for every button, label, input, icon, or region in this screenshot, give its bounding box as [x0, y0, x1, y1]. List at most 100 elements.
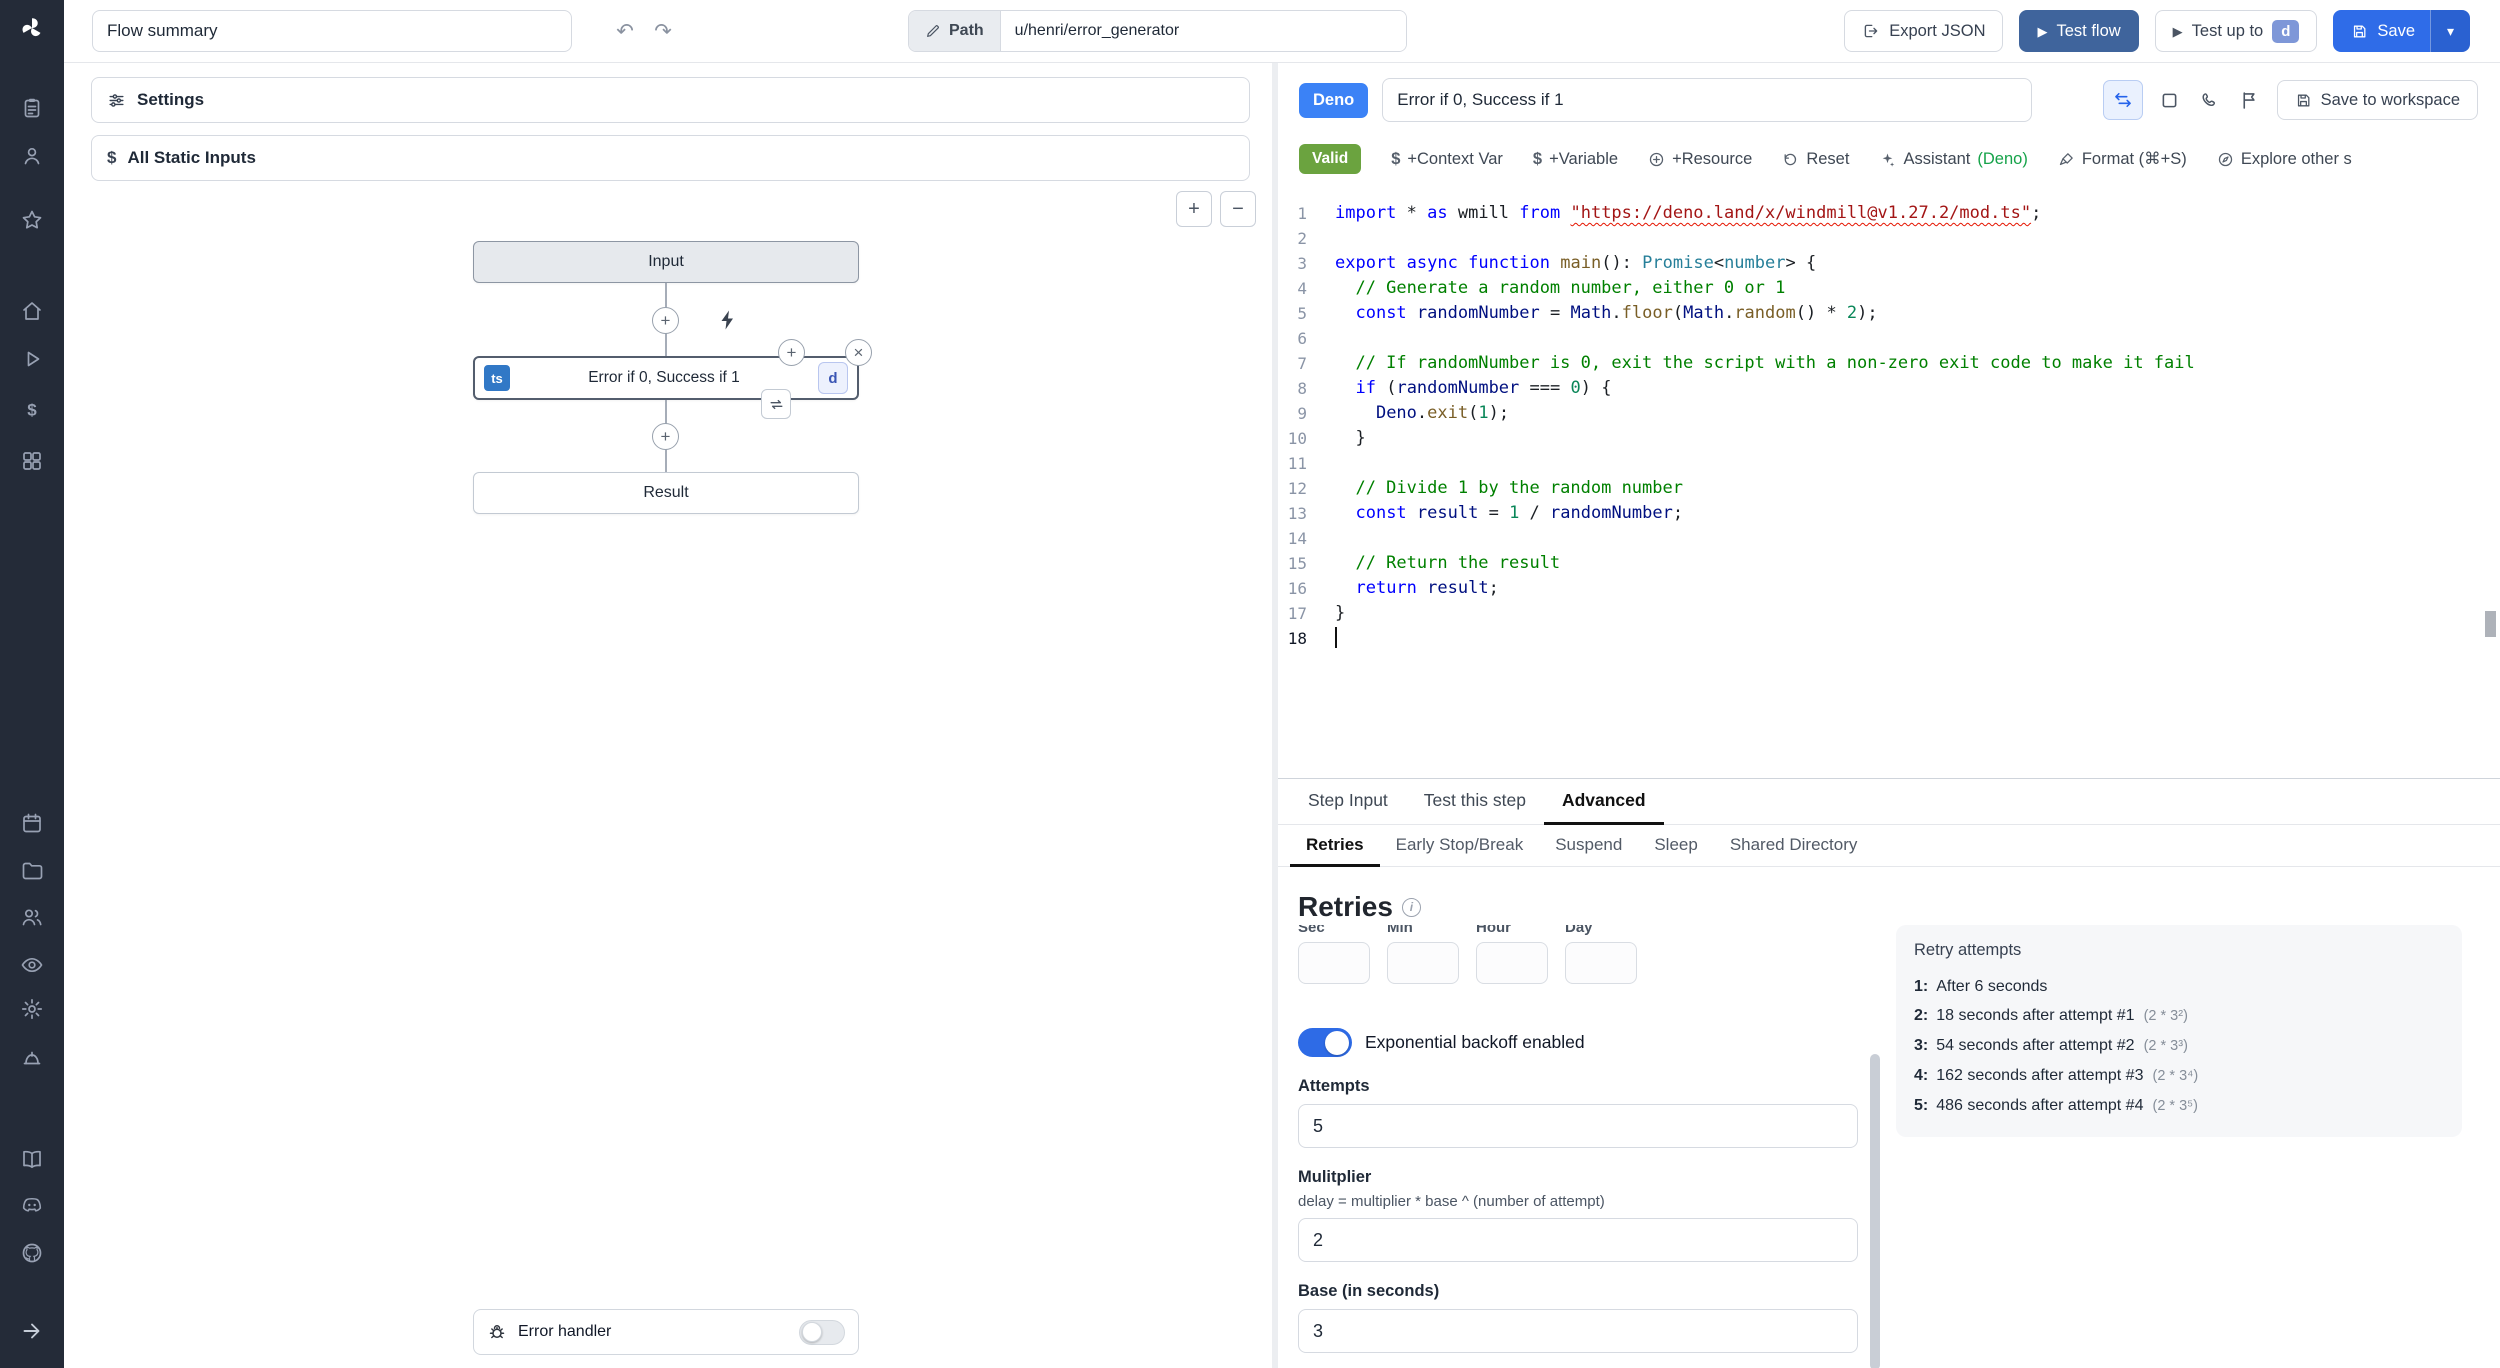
retry-attempt-item: 3: 54 seconds after attempt #2 (2 * 3³)	[1914, 1037, 2188, 1054]
save-to-workspace-button[interactable]: Save to workspace	[2276, 80, 2478, 120]
zoom-in-button[interactable]: +	[1176, 191, 1212, 227]
error-handler-toggle[interactable]	[799, 1319, 845, 1345]
base-input[interactable]	[1298, 1309, 1858, 1353]
static-inputs-row[interactable]: $ All Static Inputs	[91, 135, 1250, 181]
clipboard-icon[interactable]	[20, 96, 44, 120]
flow-node-result[interactable]: Result	[473, 472, 859, 514]
windmill-logo-icon[interactable]	[20, 16, 44, 40]
retry-sec-input[interactable]	[1298, 942, 1370, 984]
code-editor[interactable]: 1 2 3 4 5 6 7 8 9 10 11 12 13 14 15 16 17 18 import * as …	[1278, 181, 2500, 778]
add-branch-button[interactable]: +	[778, 339, 805, 366]
flow-settings-row[interactable]: Settings	[91, 77, 1250, 123]
topbar: ↶ ↷ Path Export JSON	[64, 0, 2500, 63]
repeat-icon	[770, 399, 782, 409]
subtab-sleep[interactable]: Sleep	[1638, 825, 1713, 867]
reset-button[interactable]: Reset	[1782, 150, 1849, 169]
gear-icon[interactable]	[20, 997, 44, 1021]
scrollbar-thumb[interactable]	[1870, 1054, 1880, 1368]
retry-hour-input[interactable]	[1476, 942, 1548, 984]
dollar-icon: $	[107, 148, 117, 167]
exponential-backoff-toggle[interactable]	[1298, 1028, 1352, 1057]
advanced-subtabs: Retries Early Stop/Break Suspend Sleep S…	[1278, 825, 2500, 867]
add-resource-button[interactable]: +Resource	[1648, 150, 1752, 169]
error-handler-row[interactable]: Error handler	[473, 1309, 859, 1355]
dollar-icon[interactable]: $	[20, 398, 44, 422]
eye-icon[interactable]	[20, 953, 44, 977]
collapse-arrow-icon[interactable]	[20, 1319, 44, 1343]
retry-indicator-button[interactable]	[761, 389, 791, 419]
play-icon[interactable]	[20, 347, 44, 371]
retry-min-input[interactable]	[1387, 942, 1459, 984]
export-json-button[interactable]: Export JSON	[1844, 10, 2004, 52]
multiplier-input[interactable]	[1298, 1218, 1858, 1262]
svg-text:$: $	[27, 401, 37, 420]
test-up-to-label: Test up to	[2191, 21, 2264, 40]
retry-day-input[interactable]	[1565, 942, 1637, 984]
error-handler-label: Error handler	[518, 1323, 612, 1340]
square-icon	[2162, 93, 2177, 107]
code-lines[interactable]: import * as wmill from "https://deno.lan…	[1326, 201, 2500, 778]
fullscreen-button[interactable]	[2157, 87, 2183, 113]
retry-attempts-list: 1: After 6 seconds 2: 18 seconds after atte…	[1914, 972, 2444, 1121]
format-button[interactable]: Format (⌘+S)	[2058, 149, 2187, 169]
app-root: $ Flow summary ↶ ↷ Path u/henri/error_ge…	[0, 0, 2500, 1368]
subtab-retries[interactable]: Retries	[1290, 825, 1380, 867]
users-icon[interactable]	[20, 905, 44, 929]
info-icon[interactable]: i	[1401, 897, 1421, 917]
static-inputs-label: All Static Inputs	[127, 148, 256, 167]
calendar-icon[interactable]	[20, 811, 44, 835]
retry-attempts-title: Retry attempts	[1914, 941, 2022, 959]
github-icon[interactable]	[20, 1241, 44, 1265]
discord-icon[interactable]	[20, 1193, 44, 1217]
subtab-suspend[interactable]: Suspend	[1539, 825, 1638, 867]
tab-test-this-step[interactable]: Test this step	[1406, 779, 1544, 825]
book-icon[interactable]	[20, 1147, 44, 1171]
dollar-icon: $	[1532, 149, 1543, 168]
add-variable-button[interactable]: $ +Variable	[1533, 150, 1618, 169]
step-name-input[interactable]	[1382, 78, 2033, 122]
subtab-early-stop[interactable]: Early Stop/Break	[1380, 825, 1540, 867]
attempts-input[interactable]	[1298, 1104, 1858, 1148]
play-icon: ▶	[2172, 23, 2183, 39]
zoom-out-button[interactable]: −	[1220, 191, 1256, 227]
multiplier-help-text: delay = multiplier * base ^ (number of a…	[1298, 1193, 1605, 1210]
undo-button[interactable]: ↶	[606, 12, 644, 50]
save-button[interactable]: Save	[2333, 10, 2430, 52]
redo-button[interactable]: ↷	[644, 12, 682, 50]
trigger-bolt-icon[interactable]	[716, 308, 740, 332]
flow-node-step[interactable]: ts Error if 0, Success if 1 d	[473, 356, 859, 400]
path-label-text: Path	[949, 22, 984, 39]
test-flow-label: Test flow	[2056, 21, 2121, 40]
user-icon[interactable]	[20, 144, 44, 168]
delete-step-button[interactable]: ×	[845, 339, 872, 366]
add-step-button[interactable]: +	[652, 307, 679, 334]
flow-canvas[interactable]: + − Input + ts Error if 0, Success if 1 …	[64, 181, 1272, 1368]
phone-button[interactable]	[2197, 87, 2223, 113]
hard-hat-icon[interactable]	[20, 1047, 44, 1071]
tab-step-input[interactable]: Step Input	[1290, 779, 1406, 825]
apps-icon[interactable]	[20, 449, 44, 473]
code-gutter: 1 2 3 4 5 6 7 8 9 10 11 12 13 14 15 16 17 18	[1287, 204, 1307, 648]
subtab-shared-directory[interactable]: Shared Directory	[1714, 825, 1874, 867]
test-up-to-button[interactable]: ▶ Test up to d	[2154, 10, 2318, 52]
path-label: Path	[909, 11, 1001, 51]
explore-scripts-button[interactable]: Explore other s	[2217, 150, 2352, 169]
assistant-button[interactable]: Assistant (Deno)	[1879, 150, 2028, 169]
path-input[interactable]	[1000, 11, 1406, 51]
flow-summary-input[interactable]	[92, 10, 572, 52]
tab-advanced[interactable]: Advanced	[1543, 779, 1664, 825]
step-node-label: Error if 0, Success if 1	[588, 369, 740, 386]
test-flow-button[interactable]: ▶ Test flow	[2019, 10, 2139, 52]
flag-icon	[2243, 91, 2255, 109]
attempts-label: Attempts	[1298, 1077, 1370, 1095]
home-icon[interactable]	[20, 299, 44, 323]
flow-node-input[interactable]: Input	[473, 241, 859, 283]
folder-icon[interactable]	[20, 858, 44, 882]
save-dropdown-button[interactable]: ▾	[2430, 10, 2470, 52]
add-context-var-button[interactable]: $ +Context Var	[1391, 150, 1503, 169]
star-icon[interactable]	[20, 208, 44, 232]
base-label: Base (in seconds)	[1298, 1282, 1440, 1300]
flag-button[interactable]	[2237, 87, 2263, 113]
add-step-button[interactable]: +	[652, 423, 679, 450]
swap-view-button[interactable]	[2102, 80, 2143, 120]
